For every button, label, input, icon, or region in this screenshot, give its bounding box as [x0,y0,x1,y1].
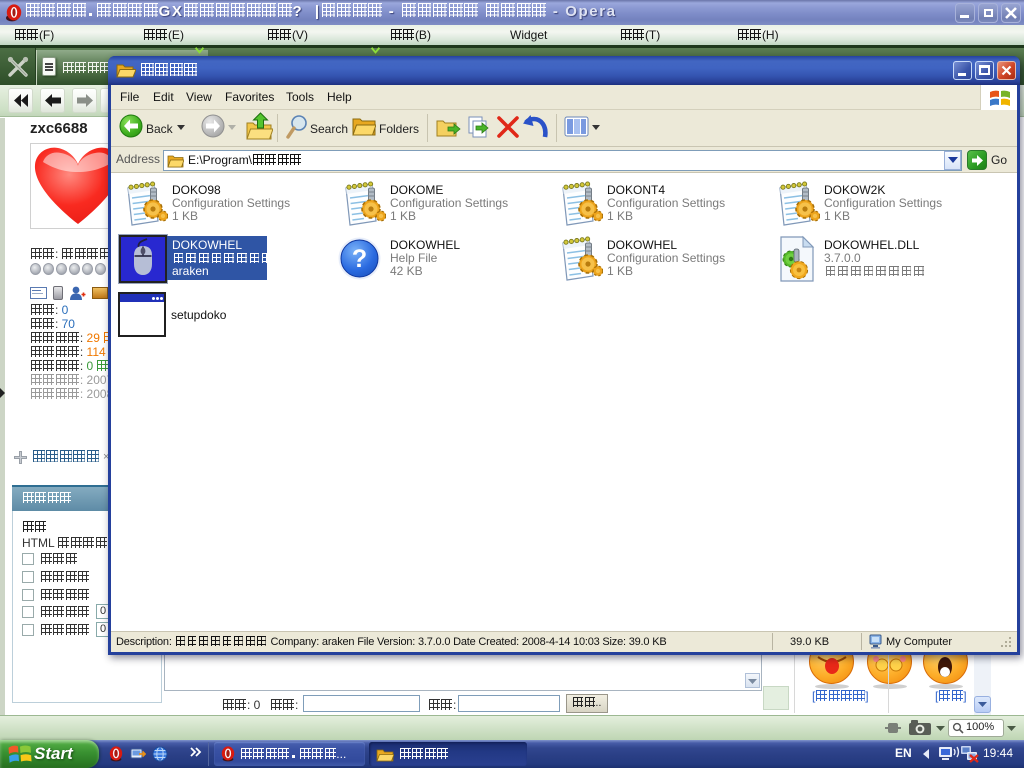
svg-text:?: ? [352,245,367,273]
